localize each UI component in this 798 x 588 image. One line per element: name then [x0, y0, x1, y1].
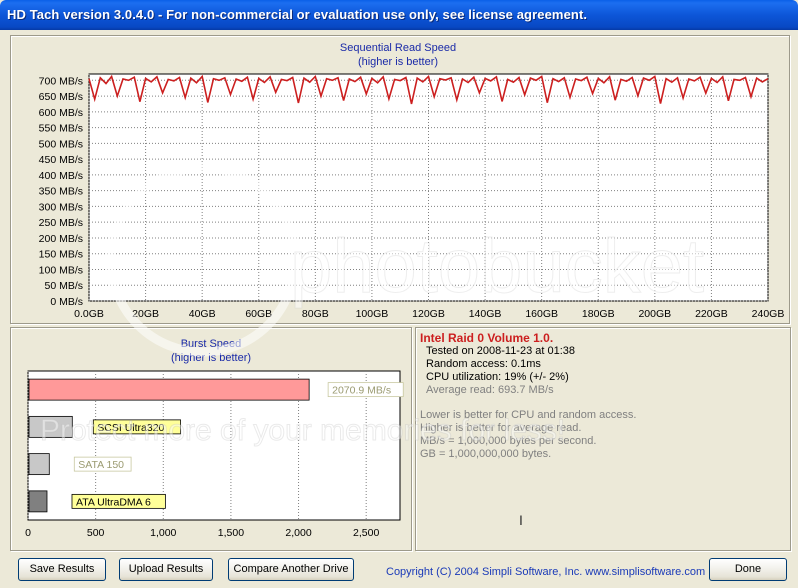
seq-y-tick-label: 0 MB/s — [50, 296, 83, 308]
compare-another-drive-label: Compare Another Drive — [233, 563, 349, 575]
seq-x-tick-label: 20GB — [132, 308, 159, 320]
seq-y-tick-label: 200 MB/s — [39, 233, 83, 245]
done-label: Done — [734, 563, 762, 575]
burst-bar-label: SCSI Ultra320 — [97, 422, 164, 434]
tested-on: Tested on 2008-11-23 at 01:38 — [426, 345, 576, 357]
burst-x-tick-label: 2,500 — [353, 527, 379, 539]
burst-speed-chart: Burst Speed (higher is better) 0 500 1,000… — [25, 338, 404, 539]
seq-x-tick-label: 80GB — [302, 308, 329, 320]
burst-speed-panel: Burst Speed (higher is better) 0 500 1,000… — [10, 327, 412, 551]
random-access: Random access: 0.1ms — [426, 358, 541, 370]
burst-bar-label: SATA 150 — [78, 459, 124, 471]
burst-bar — [28, 378, 310, 401]
upload-results-label: Upload Results — [128, 563, 204, 575]
seq-y-tick-label: 400 MB/s — [39, 170, 83, 182]
upload-results-button[interactable]: Upload Results — [119, 558, 213, 581]
compare-another-drive-button[interactable]: Compare Another Drive — [228, 558, 354, 581]
burst-x-tick-label: 2,000 — [285, 527, 311, 539]
seq-x-tick-label: 180GB — [582, 308, 615, 320]
seq-y-tick-label: 700 MB/s — [39, 75, 83, 87]
cpu-utilization: CPU utilization: 19% (+/- 2%) — [426, 371, 569, 383]
burst-x-tick-label: 0 — [25, 527, 31, 539]
burst-bar — [28, 415, 73, 438]
seq-x-tick-label: 0.0GB — [74, 308, 104, 320]
window-title: HD Tach version 3.0.4.0 - For non-commer… — [7, 7, 588, 22]
seq-y-tick-label: 600 MB/s — [39, 107, 83, 119]
burst-x-tick-label: 1,500 — [218, 527, 244, 539]
burst-bar — [28, 453, 50, 476]
seq-y-tick-label: 250 MB/s — [39, 217, 83, 229]
seq-y-tick-label: 650 MB/s — [39, 91, 83, 103]
seq-chart-subtitle: (higher is better) — [358, 56, 438, 68]
seq-x-tick-label: 120GB — [412, 308, 445, 320]
seq-x-tick-label: 60GB — [245, 308, 272, 320]
seq-y-tick-label: 300 MB/s — [39, 201, 83, 213]
burst-chart-subtitle: (higher is better) — [171, 352, 251, 364]
seq-y-tick-label: 100 MB/s — [39, 264, 83, 276]
seq-x-tick-label: 160GB — [525, 308, 558, 320]
seq-y-tick-label: 150 MB/s — [39, 249, 83, 261]
seq-y-tick-label: 550 MB/s — [39, 123, 83, 135]
done-button[interactable]: Done — [709, 558, 787, 581]
copyright-link[interactable]: Copyright (C) 2004 Simpli Software, Inc.… — [386, 566, 705, 578]
text-cursor-icon: I — [519, 512, 523, 528]
note-mbs: MB/s = 1,000,000 bytes per second. — [420, 435, 597, 447]
sequential-read-panel: Sequential Read Speed (higher is better)… — [10, 35, 790, 324]
title-bar[interactable]: HD Tach version 3.0.4.0 - For non-commer… — [0, 0, 798, 30]
burst-bar-label: ATA UltraDMA 6 — [76, 496, 151, 508]
note-gb: GB = 1,000,000,000 bytes. — [420, 448, 552, 460]
seq-x-tick-label: 240GB — [752, 308, 785, 320]
seq-x-tick-label: 220GB — [695, 308, 728, 320]
drive-name: Intel Raid 0 Volume 1.0. — [420, 331, 554, 345]
seq-y-tick-label: 50 MB/s — [44, 280, 83, 292]
save-results-button[interactable]: Save Results — [18, 558, 106, 581]
seq-x-tick-label: 40GB — [189, 308, 216, 320]
drive-info: Intel Raid 0 Volume 1.0. Tested on 2008-… — [415, 329, 795, 549]
burst-bar — [28, 490, 48, 513]
average-read: Average read: 693.7 MB/s — [426, 384, 554, 396]
seq-x-tick-label: 200GB — [638, 308, 671, 320]
seq-x-tick-label: 100GB — [356, 308, 389, 320]
save-results-label: Save Results — [29, 563, 95, 575]
seq-y-tick-label: 500 MB/s — [39, 138, 83, 150]
burst-x-tick-label: 1,000 — [150, 527, 176, 539]
note-cpu: Lower is better for CPU and random acces… — [420, 409, 637, 421]
seq-y-tick-label: 350 MB/s — [39, 186, 83, 198]
seq-chart-title: Sequential Read Speed — [340, 42, 456, 54]
burst-bar-label: 2070.9 MB/s — [332, 385, 391, 397]
burst-x-tick-label: 500 — [87, 527, 105, 539]
sequential-read-chart: Sequential Read Speed (higher is better)… — [39, 42, 785, 320]
seq-y-tick-label: 450 MB/s — [39, 154, 83, 166]
burst-chart-title: Burst Speed — [181, 338, 242, 350]
seq-x-tick-label: 140GB — [469, 308, 502, 320]
note-average: Higher is better for average read. — [420, 422, 582, 434]
